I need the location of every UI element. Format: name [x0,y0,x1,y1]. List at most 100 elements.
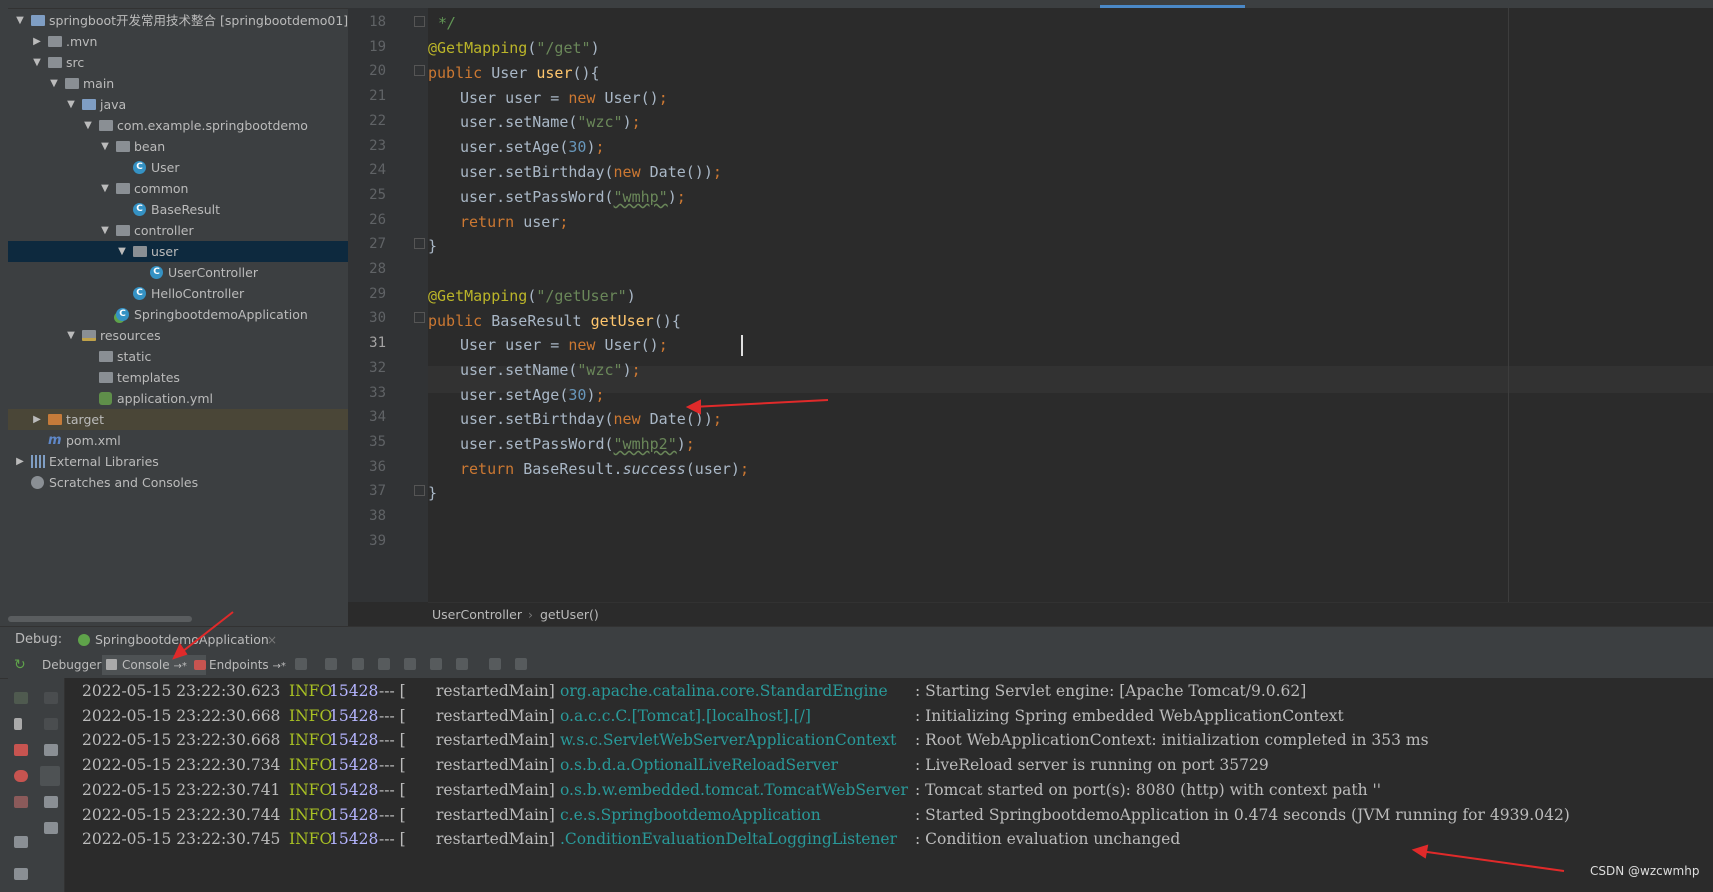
tree-item-label: static [117,349,152,364]
tree-item[interactable]: Scratches and Consoles [8,472,348,493]
fold-marker-icon[interactable] [414,65,425,77]
log-logger[interactable]: o.s.b.d.a.OptionalLiveReloadServer [560,752,838,779]
tree-item-label: common [134,181,189,196]
up-arrow-icon[interactable] [44,692,58,704]
camera-icon[interactable] [14,836,28,848]
tree-item[interactable]: ▼ resources [8,325,348,346]
log-logger[interactable]: .ConditionEvaluationDeltaLoggingListener [560,826,897,853]
chevron-down-icon[interactable]: ▼ [14,10,26,31]
resume-icon[interactable] [14,692,28,704]
class-icon: C [133,203,146,216]
scroll-to-end-icon[interactable] [40,766,60,786]
console-output[interactable]: 2022-05-15 23:22:30.623 INFO 15428 --- [res… [65,678,1713,892]
tree-item[interactable]: ▼ controller [8,220,348,241]
tree-item[interactable]: m pom.xml [8,430,348,451]
code-editor[interactable]: */ @GetMapping("/get") public User user(… [428,8,1713,602]
stop-icon[interactable] [14,744,28,756]
tree-item[interactable]: ▶ External Libraries [8,451,348,472]
fold-marker-icon[interactable] [414,485,425,497]
log-msg: : Tomcat started on port(s): 8080 (http)… [915,780,1382,799]
tree-item[interactable]: ▼ src [8,52,348,73]
log-logger[interactable]: o.s.b.w.embedded.tomcat.TomcatWebServer [560,777,908,804]
log-ts: 2022-05-15 23:22:30.745 [82,830,281,849]
fold-marker-icon[interactable] [414,238,425,250]
tree-item[interactable]: C User [8,157,348,178]
mute-breakpoints-icon[interactable] [14,796,28,808]
step-over-icon[interactable] [352,658,364,670]
tree-item[interactable]: ▼ main [8,73,348,94]
close-icon[interactable]: × [267,627,277,653]
log-logger[interactable]: w.s.c.ServletWebServerApplicationContext [560,727,896,754]
breadcrumb-class[interactable]: UserController [432,603,522,627]
chevron-right-icon[interactable]: ▶ [31,31,43,52]
tree-item[interactable]: ▼ springboot开发常用技术整合 [springbootdemo01] [8,10,348,31]
tree-item[interactable]: C UserController [8,262,348,283]
log-level: INFO [289,756,333,775]
evaluate-expression-icon[interactable] [489,658,501,670]
tree-item[interactable]: static [8,346,348,367]
chevron-down-icon[interactable]: ▼ [31,52,43,73]
tree-item[interactable]: ▶ target [8,409,348,430]
breadcrumb-separator: › [528,607,533,622]
down-arrow-icon[interactable] [44,718,58,730]
debug-session-tab[interactable]: SpringbootdemoApplication [95,627,269,653]
chevron-right-icon[interactable]: ▶ [31,409,43,430]
log-thread: restartedMain] [436,805,555,824]
log-logger[interactable]: c.e.s.SpringbootdemoApplication [560,802,821,829]
run-to-cursor-icon[interactable] [456,658,468,670]
tab-debugger[interactable]: Debugger [38,655,105,675]
menu-icon[interactable] [295,658,307,670]
step-into-icon[interactable] [378,658,390,670]
breadcrumb-method[interactable]: getUser() [540,603,599,627]
fold-marker-icon[interactable] [414,16,425,27]
tree-item[interactable]: ▶ .mvn [8,31,348,52]
chevron-down-icon[interactable]: ▼ [99,136,111,157]
chevron-down-icon[interactable]: ▼ [99,178,111,199]
tree-item[interactable]: ▼ com.example.springbootdemo [8,115,348,136]
view-breakpoints-icon[interactable] [14,770,28,782]
log-pid: 15428 [329,830,379,849]
chevron-down-icon[interactable]: ▼ [48,73,60,94]
tree-item-label: user [151,244,179,259]
folder-orange-icon [48,414,62,425]
fold-marker-icon[interactable] [414,312,425,324]
log-logger[interactable]: o.a.c.c.C.[Tomcat].[localhost].[/] [560,703,811,730]
step-out-icon[interactable] [404,658,416,670]
chevron-down-icon[interactable]: ▼ [65,325,77,346]
log-logger[interactable]: org.apache.catalina.core.StandardEngine [560,678,888,705]
tree-item[interactable]: C SpringbootdemoApplication [8,304,348,325]
line-number: 25 [369,186,386,203]
log-pid: 15428 [329,756,379,775]
project-horizontal-scrollbar[interactable] [8,616,192,622]
tree-item-label: pom.xml [66,433,121,448]
chevron-down-icon[interactable]: ▼ [82,115,94,136]
chevron-right-icon[interactable]: ▶ [14,451,26,472]
show-execution-point-icon[interactable] [325,658,337,670]
chevron-down-icon[interactable]: ▼ [116,241,128,262]
line-number: 19 [369,38,386,55]
trash-icon[interactable] [44,822,58,834]
tree-item[interactable]: ▼ common [8,178,348,199]
log-msg: : Initializing Spring embedded WebApplic… [915,706,1344,725]
layout-icon[interactable] [14,868,28,880]
code-line-37: } [428,484,438,502]
chevron-down-icon[interactable]: ▼ [65,94,77,115]
print-icon[interactable] [44,796,58,808]
tab-user-controller[interactable] [1100,0,1245,8]
tree-item[interactable]: C BaseResult [8,199,348,220]
chevron-down-icon[interactable]: ▼ [99,220,111,241]
soft-wrap-icon[interactable] [44,744,58,756]
log-thread: restartedMain] [436,682,555,700]
tree-item[interactable]: ▼ bean [8,136,348,157]
tree-item[interactable]: application.yml [8,388,348,409]
tree-item[interactable]: ▼ java [8,94,348,115]
trace-icon[interactable] [515,658,527,670]
pause-icon[interactable] [14,718,22,730]
tree-item[interactable]: templates [8,367,348,388]
tree-item[interactable]: ▼ user [8,241,348,262]
app-icon: C [116,308,129,321]
tab-endpoints[interactable]: Endpoints →* [191,655,305,675]
rerun-icon[interactable]: ↻ [14,656,26,674]
tree-item[interactable]: C HelloController [8,283,348,304]
drop-frame-icon[interactable] [430,658,442,670]
